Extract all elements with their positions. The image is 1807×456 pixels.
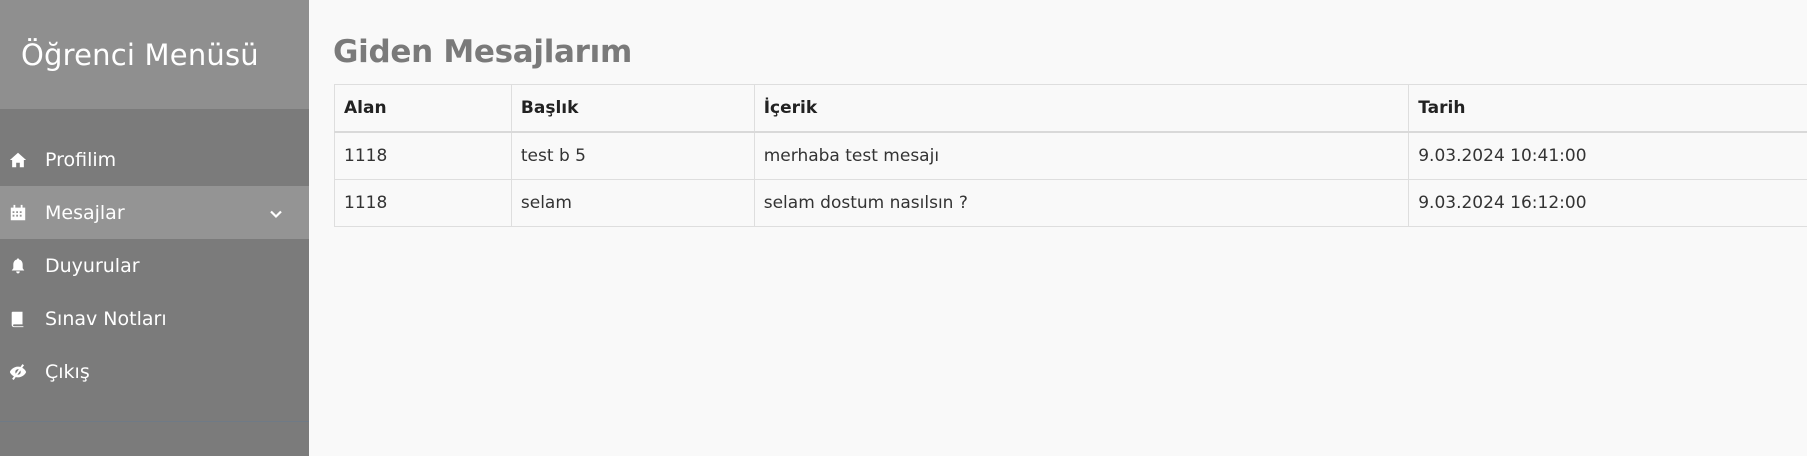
sidebar-item-label: Profilim bbox=[45, 148, 117, 171]
sidebar-item-label: Duyurular bbox=[45, 254, 140, 277]
sidebar-menu: Profilim Mesajlar Duyurular Sınav Notlar… bbox=[0, 133, 309, 398]
home-icon bbox=[8, 150, 28, 170]
calendar-icon bbox=[8, 203, 28, 223]
table-header-row: Alan Başlık İçerik Tarih bbox=[334, 84, 1807, 133]
sidebar-item-profilim[interactable]: Profilim bbox=[0, 133, 309, 186]
sidebar-item-label: Sınav Notları bbox=[45, 307, 167, 330]
cell-icerik: selam dostum nasılsın ? bbox=[753, 179, 1410, 227]
sidebar: Öğrenci Menüsü Profilim Mesajlar Duyurul… bbox=[0, 0, 309, 456]
sidebar-item-label: Mesajlar bbox=[45, 201, 125, 224]
table-row[interactable]: 1118 selam selam dostum nasılsın ? 9.03.… bbox=[334, 179, 1807, 227]
sidebar-item-mesajlar[interactable]: Mesajlar bbox=[0, 186, 309, 239]
cell-alan: 1118 bbox=[334, 131, 512, 180]
column-header-alan[interactable]: Alan bbox=[334, 84, 512, 133]
column-header-icerik[interactable]: İçerik bbox=[753, 84, 1410, 133]
cell-baslik: selam bbox=[510, 179, 755, 227]
cell-icerik: merhaba test mesajı bbox=[753, 131, 1410, 180]
chevron-down-icon[interactable] bbox=[269, 204, 283, 219]
sidebar-item-label: Çıkış bbox=[45, 360, 90, 383]
cell-baslik: test b 5 bbox=[510, 131, 755, 180]
sidebar-item-duyurular[interactable]: Duyurular bbox=[0, 239, 309, 292]
table-row[interactable]: 1118 test b 5 merhaba test mesajı 9.03.2… bbox=[334, 131, 1807, 180]
eye-slash-icon bbox=[8, 362, 28, 382]
bell-icon bbox=[8, 256, 28, 276]
book-icon bbox=[8, 309, 28, 329]
column-header-tarih[interactable]: Tarih bbox=[1408, 84, 1807, 133]
sidebar-header: Öğrenci Menüsü bbox=[0, 0, 309, 109]
sidebar-item-cikis[interactable]: Çıkış bbox=[0, 345, 309, 398]
column-header-baslik[interactable]: Başlık bbox=[510, 84, 755, 133]
cell-tarih: 9.03.2024 16:12:00 bbox=[1408, 179, 1807, 227]
sidebar-item-sinav-notlari[interactable]: Sınav Notları bbox=[0, 292, 309, 345]
sidebar-title: Öğrenci Menüsü bbox=[21, 37, 259, 72]
cell-alan: 1118 bbox=[334, 179, 512, 227]
cell-tarih: 9.03.2024 10:41:00 bbox=[1408, 131, 1807, 180]
messages-table: Alan Başlık İçerik Tarih 1118 test b 5 m… bbox=[334, 84, 1807, 227]
main-content: Giden Mesajlarım Alan Başlık İçerik Tari… bbox=[309, 0, 1807, 456]
sidebar-divider bbox=[0, 421, 309, 422]
page-title: Giden Mesajlarım bbox=[333, 34, 632, 70]
